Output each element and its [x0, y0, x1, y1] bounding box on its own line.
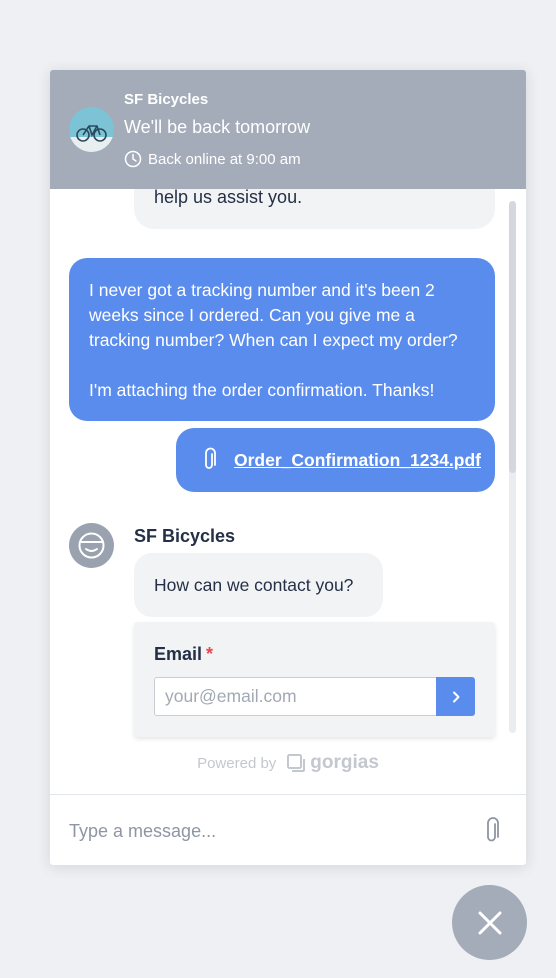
user-message: I never got a tracking number and it's b…	[69, 258, 495, 421]
email-label: Email *	[154, 644, 213, 665]
attachment-message[interactable]: Order_Confirmation_1234.pdf	[176, 428, 495, 492]
required-marker: *	[206, 644, 214, 664]
gorgias-logo-icon	[287, 754, 306, 772]
gorgias-logo-text: gorgias	[310, 752, 379, 773]
agent-message-text: How can we contact you?	[154, 574, 354, 595]
agent-message: How can we contact you?	[134, 553, 383, 617]
paperclip-icon[interactable]	[479, 816, 505, 846]
team-name: SF Bicycles	[124, 91, 209, 108]
message-input[interactable]	[69, 817, 469, 845]
user-message-paragraph: I'm attaching the order confirmation. Th…	[89, 380, 435, 400]
hours-text: Back online at 9:00 am	[148, 150, 301, 168]
gorgias-logo[interactable]: gorgias	[286, 752, 379, 774]
message-composer	[50, 794, 526, 865]
message-list[interactable]: help us assist you. I never got a tracki…	[50, 189, 526, 745]
availability-status: We'll be back tomorrow	[124, 117, 311, 137]
email-input-row	[154, 677, 475, 716]
agent-avatar	[69, 523, 114, 568]
contact-form: Email *	[134, 622, 495, 737]
team-avatar	[69, 107, 114, 152]
user-message-paragraph: I never got a tracking number and it's b…	[89, 280, 458, 350]
paperclip-icon	[205, 447, 216, 469]
email-field[interactable]	[154, 677, 436, 716]
chat-header: SF Bicycles We'll be back tomorrow Back …	[50, 70, 526, 189]
close-chat-button[interactable]	[452, 885, 527, 960]
powered-by-text: Powered by	[197, 754, 277, 772]
agent-message-partial: help us assist you.	[134, 189, 495, 229]
agent-name: SF Bicycles	[134, 526, 236, 546]
powered-by[interactable]: Powered by gorgias	[50, 752, 526, 774]
clock-icon	[124, 150, 142, 168]
message-scrollbar[interactable]	[509, 201, 516, 733]
email-label-text: Email	[154, 644, 203, 664]
chat-widget: SF Bicycles We'll be back tomorrow Back …	[50, 70, 526, 865]
attachment-link[interactable]: Order_Confirmation_1234.pdf	[234, 450, 481, 471]
chevron-right-icon	[452, 691, 459, 702]
scrollbar-thumb[interactable]	[509, 201, 516, 473]
business-hours: Back online at 9:00 am	[124, 150, 301, 168]
close-icon	[478, 911, 501, 934]
submit-email-button[interactable]	[436, 677, 475, 716]
agent-message-text: help us assist you.	[154, 189, 303, 207]
